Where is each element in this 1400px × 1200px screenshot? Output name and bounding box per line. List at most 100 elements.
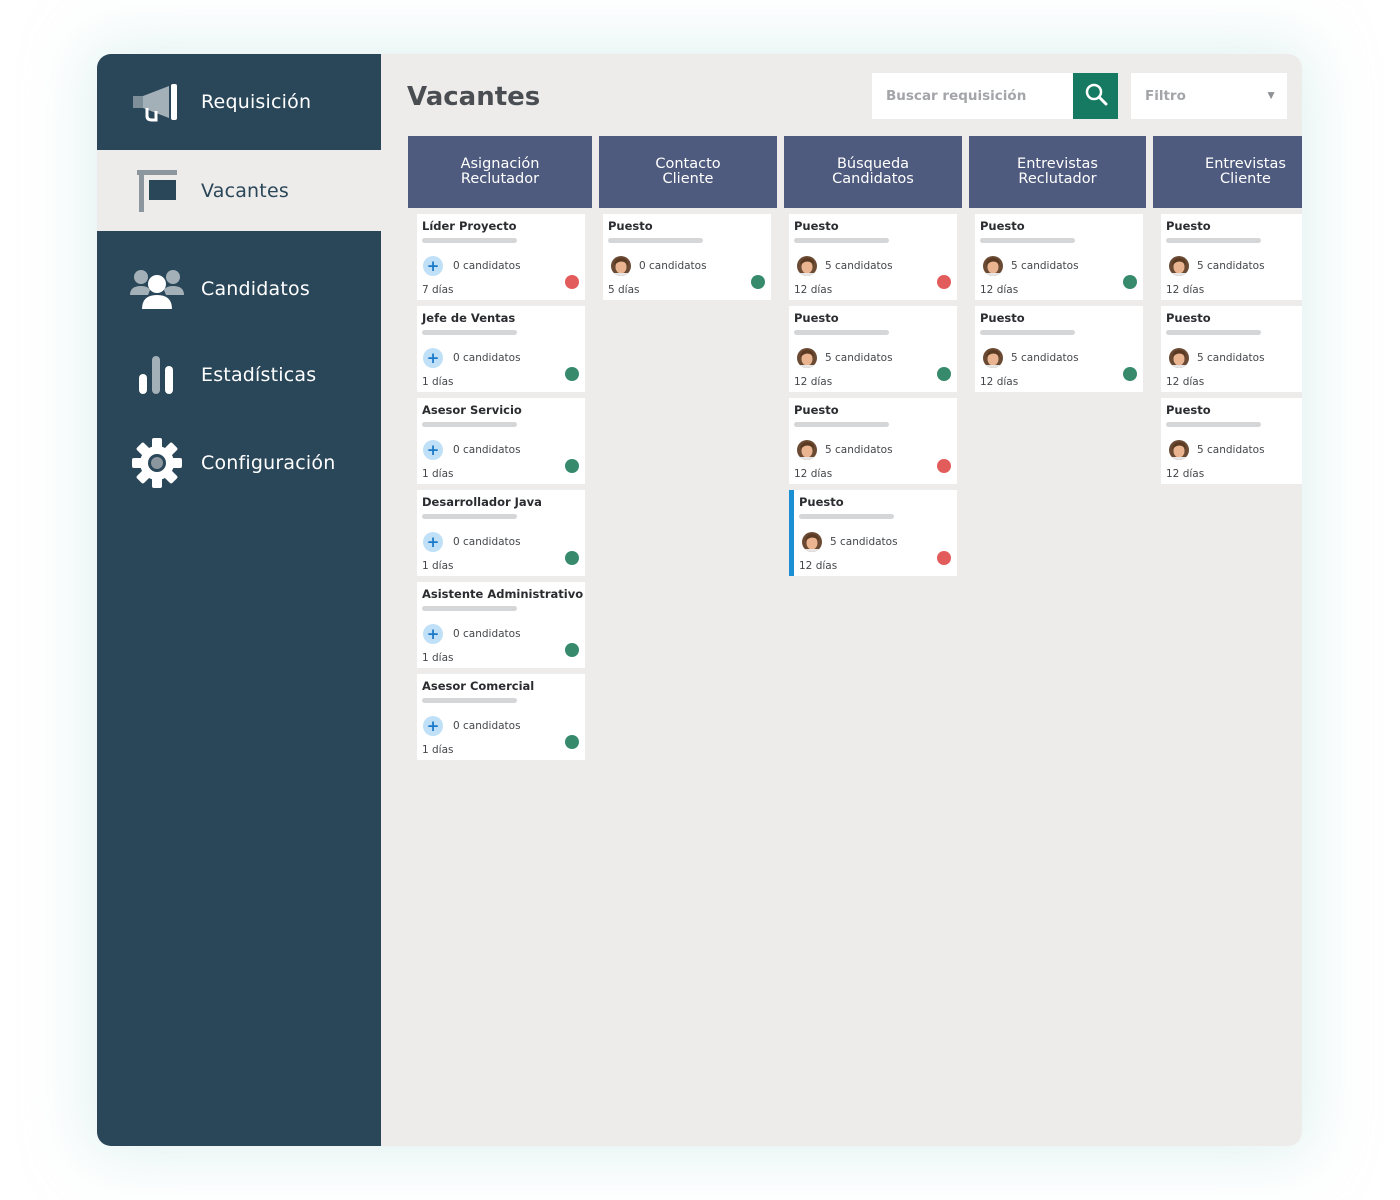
candidate-count: 5 candidatos	[1197, 352, 1265, 364]
avatar	[1169, 348, 1189, 368]
days-open: 1 días	[422, 560, 454, 572]
search-button[interactable]	[1073, 73, 1118, 119]
candidate-count: 5 candidatos	[1197, 444, 1265, 456]
days-open: 12 días	[980, 284, 1019, 296]
avatar	[983, 256, 1003, 276]
candidate-count: 5 candidatos	[825, 352, 893, 364]
status-dot	[565, 367, 579, 381]
candidate-count: 5 candidatos	[825, 260, 893, 272]
sidebar: Requisición Vacantes Candidatos Estadíst…	[97, 54, 381, 1146]
app-window: Requisición Vacantes Candidatos Estadíst…	[97, 54, 1302, 1146]
vacancy-card[interactable]: Asesor Comercial +0 candidatos 1 días	[417, 674, 585, 760]
days-open: 1 días	[422, 652, 454, 664]
card-title: Puesto	[794, 403, 839, 417]
days-open: 12 días	[794, 468, 833, 480]
candidate-count: 5 candidatos	[1197, 260, 1265, 272]
card-title: Asesor Comercial	[422, 679, 535, 693]
add-candidate-icon[interactable]: +	[423, 440, 443, 460]
main-content: Vacantes Filtro ▼ Asignación Reclutador …	[381, 54, 1302, 1146]
card-placeholder-bar	[422, 514, 517, 519]
status-dot	[1123, 367, 1137, 381]
search-icon	[1084, 82, 1108, 111]
avatar	[1169, 256, 1189, 276]
users-icon	[127, 259, 187, 319]
status-dot	[565, 275, 579, 289]
sidebar-item-configuracion[interactable]: Configuración	[97, 431, 381, 495]
days-open: 12 días	[794, 376, 833, 388]
vacancy-card[interactable]: Asistente Administrativo +0 candidatos 1 d…	[417, 582, 585, 668]
card-placeholder-bar	[422, 698, 517, 703]
sidebar-item-candidatos[interactable]: Candidatos	[97, 257, 381, 321]
vacancy-card[interactable]: Jefe de Ventas +0 candidatos 1 días	[417, 306, 585, 392]
sidebar-item-estadisticas[interactable]: Estadísticas	[97, 343, 381, 407]
card-title: Líder Proyecto	[422, 219, 517, 233]
page-title: Vacantes	[407, 82, 541, 112]
vacancy-card[interactable]: Desarrollador Java +0 candidatos 1 días	[417, 490, 585, 576]
add-candidate-icon[interactable]: +	[423, 532, 443, 552]
column-title: Búsqueda Candidatos	[832, 156, 914, 187]
candidate-count: 0 candidatos	[453, 720, 521, 732]
column-header-entrevistas-cliente: Entrevistas Cliente	[1153, 136, 1302, 208]
card-placeholder-bar	[794, 422, 889, 427]
vacancy-card[interactable]: Puesto 5 candidatos 12 días	[1161, 214, 1302, 300]
card-placeholder-bar	[980, 238, 1075, 243]
vacancy-card[interactable]: Puesto 5 candidatos 12 días	[975, 214, 1143, 300]
avatar	[983, 348, 1003, 368]
status-dot	[751, 275, 765, 289]
avatar	[797, 440, 817, 460]
avatar	[802, 532, 822, 552]
sidebar-item-label: Vacantes	[201, 179, 289, 202]
filter-label: Filtro	[1145, 88, 1186, 104]
days-open: 12 días	[980, 376, 1019, 388]
filter-select[interactable]: Filtro ▼	[1131, 73, 1287, 119]
candidate-count: 0 candidatos	[453, 260, 521, 272]
vacancy-card[interactable]: Puesto 5 candidatos 12 días	[789, 306, 957, 392]
avatar	[797, 256, 817, 276]
candidate-count: 5 candidatos	[1011, 352, 1079, 364]
status-dot	[1123, 275, 1137, 289]
vacancy-card[interactable]: Puesto 0 candidatos 5 días	[603, 214, 771, 300]
vacancy-card[interactable]: Puesto 5 candidatos 12 días	[1161, 306, 1302, 392]
vacancy-card[interactable]: Puesto 5 candidatos 12 días	[975, 306, 1143, 392]
vacancy-card[interactable]: Asesor Servicio +0 candidatos 1 días	[417, 398, 585, 484]
sidebar-item-vacantes[interactable]: Vacantes	[97, 150, 381, 231]
vacancy-card[interactable]: Puesto 5 candidatos 12 días	[1161, 398, 1302, 484]
card-title: Puesto	[799, 495, 844, 509]
card-title: Puesto	[1166, 403, 1211, 417]
add-candidate-icon[interactable]: +	[423, 624, 443, 644]
card-placeholder-bar	[608, 238, 703, 243]
sidebar-item-requisicion[interactable]: Requisición	[97, 54, 381, 150]
add-candidate-icon[interactable]: +	[423, 716, 443, 736]
card-placeholder-bar	[422, 330, 517, 335]
gear-icon	[127, 433, 187, 493]
days-open: 5 días	[608, 284, 640, 296]
bar-chart-icon	[127, 345, 187, 405]
add-candidate-icon[interactable]: +	[423, 256, 443, 276]
card-title: Puesto	[794, 219, 839, 233]
vacancy-card[interactable]: Puesto 5 candidatos 12 días	[789, 490, 957, 576]
megaphone-icon	[127, 72, 187, 132]
sidebar-item-label: Candidatos	[201, 278, 310, 300]
card-title: Puesto	[794, 311, 839, 325]
card-title: Puesto	[608, 219, 653, 233]
card-title: Desarrollador Java	[422, 495, 542, 509]
add-candidate-icon[interactable]: +	[423, 348, 443, 368]
search-input[interactable]	[872, 73, 1073, 119]
avatar	[1169, 440, 1189, 460]
days-open: 12 días	[1166, 468, 1205, 480]
candidate-count: 0 candidatos	[453, 352, 521, 364]
card-placeholder-bar	[980, 330, 1075, 335]
card-title: Asesor Servicio	[422, 403, 522, 417]
days-open: 12 días	[1166, 376, 1205, 388]
card-placeholder-bar	[794, 238, 889, 243]
candidate-count: 5 candidatos	[1011, 260, 1079, 272]
status-dot	[937, 551, 951, 565]
sidebar-item-label: Estadísticas	[201, 364, 317, 386]
status-dot	[565, 459, 579, 473]
days-open: 12 días	[799, 560, 838, 572]
vacancy-card[interactable]: Puesto 5 candidatos 12 días	[789, 398, 957, 484]
days-open: 1 días	[422, 468, 454, 480]
vacancy-card[interactable]: Líder Proyecto +0 candidatos 7 días	[417, 214, 585, 300]
card-title: Puesto	[1166, 311, 1211, 325]
vacancy-card[interactable]: Puesto 5 candidatos 12 días	[789, 214, 957, 300]
